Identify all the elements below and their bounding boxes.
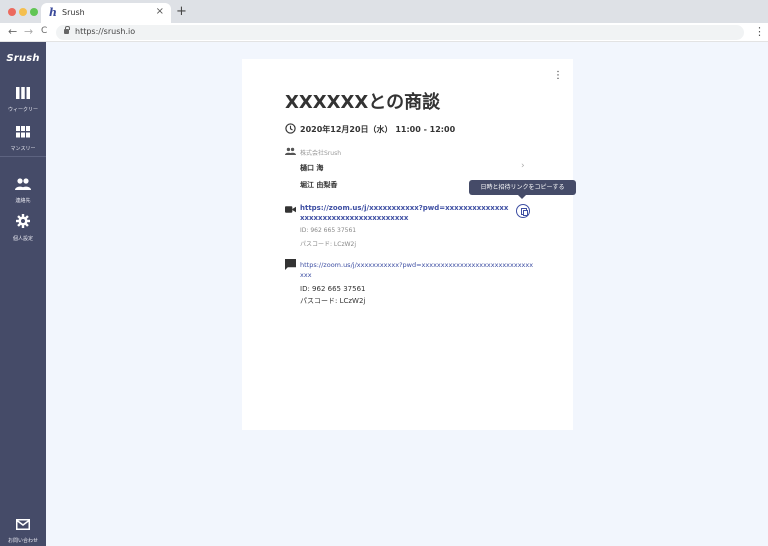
sidebar-item-label: 連絡先 <box>15 198 31 204</box>
page-title: XXXXXXとの商談 <box>285 92 441 113</box>
comment-icon <box>285 259 296 270</box>
zoom-meeting-id: ID: 962 665 37561 <box>300 227 357 234</box>
chevron-right-icon[interactable]: › <box>521 161 525 171</box>
back-icon[interactable]: ← <box>8 25 17 38</box>
srush-favicon-icon: h <box>49 6 57 19</box>
sidebar-item-monthly[interactable]: マンスリー <box>0 123 46 152</box>
tab-close-icon[interactable]: × <box>156 6 164 17</box>
browser-menu-icon[interactable]: ⋮ <box>754 25 765 38</box>
tab-title: Srush <box>62 8 85 17</box>
close-window-button[interactable] <box>8 8 16 16</box>
browser-tab[interactable]: h Srush × <box>41 3 171 23</box>
maximize-window-button[interactable] <box>30 8 38 16</box>
event-datetime: 2020年12月20日（水） 11:00 - 12:00 <box>300 125 456 134</box>
contacts-icon <box>15 178 31 190</box>
copy-tooltip: 日時と招待リンクをコピーする <box>469 180 576 199</box>
sidebar-item-settings[interactable]: 個人設定 <box>0 213 46 242</box>
event-detail-card: ⋮ XXXXXXとの商談 2020年12月20日（水） 11:00 - 12:0… <box>242 59 576 430</box>
sidebar-item-label: お問い合わせ <box>7 538 38 544</box>
sidebar: Srush ウィークリー マンスリー 連絡先 個人設定 お問い合わせ <box>0 42 46 546</box>
note-meeting-id: ID: 962 665 37561 <box>300 285 366 293</box>
sidebar-item-label: 個人設定 <box>12 236 33 242</box>
zoom-passcode: パスコード: LCzW2j <box>300 241 357 248</box>
clock-icon <box>285 123 296 134</box>
video-camera-icon <box>285 206 296 213</box>
minimize-window-button[interactable] <box>19 8 27 16</box>
mail-icon <box>16 519 30 530</box>
sidebar-item-contacts[interactable]: 連絡先 <box>0 175 46 204</box>
new-tab-button[interactable]: + <box>176 4 187 19</box>
company-name: 株式会社Srush <box>300 150 342 157</box>
url-field[interactable]: https://srush.io <box>56 25 744 40</box>
sidebar-item-label: マンスリー <box>10 146 36 152</box>
url-text: https://srush.io <box>75 27 136 36</box>
weekly-icon <box>16 87 30 99</box>
browser-tab-bar: h Srush × + <box>0 0 768 23</box>
lock-icon <box>64 26 70 34</box>
note-passcode: パスコード: LCzW2j <box>300 297 366 305</box>
reload-icon[interactable]: C <box>41 26 47 36</box>
sidebar-item-weekly[interactable]: ウィークリー <box>0 84 46 113</box>
member-name[interactable]: 樋口 海 <box>300 163 323 173</box>
sidebar-item-label: ウィークリー <box>7 107 38 113</box>
app-logo[interactable]: Srush <box>0 53 46 64</box>
member-name[interactable]: 堀江 由梨香 <box>300 180 337 190</box>
browser-address-bar: ← → C https://srush.io ⋮ <box>0 23 768 42</box>
sidebar-divider <box>0 156 46 157</box>
settings-icon <box>16 214 30 228</box>
note-zoom-link[interactable]: https://zoom.us/j/xxxxxxxxxxx?pwd=xxxxxx… <box>300 260 534 280</box>
people-icon <box>285 147 296 155</box>
monthly-icon <box>16 126 30 138</box>
forward-icon[interactable]: → <box>24 25 33 38</box>
copy-link-button[interactable] <box>516 204 530 218</box>
zoom-meeting-link[interactable]: https://zoom.us/j/xxxxxxxxxxx?pwd=xxxxxx… <box>300 203 510 223</box>
sidebar-item-contact-us[interactable]: お問い合わせ <box>0 515 46 544</box>
more-options-icon[interactable]: ⋮ <box>553 71 563 81</box>
